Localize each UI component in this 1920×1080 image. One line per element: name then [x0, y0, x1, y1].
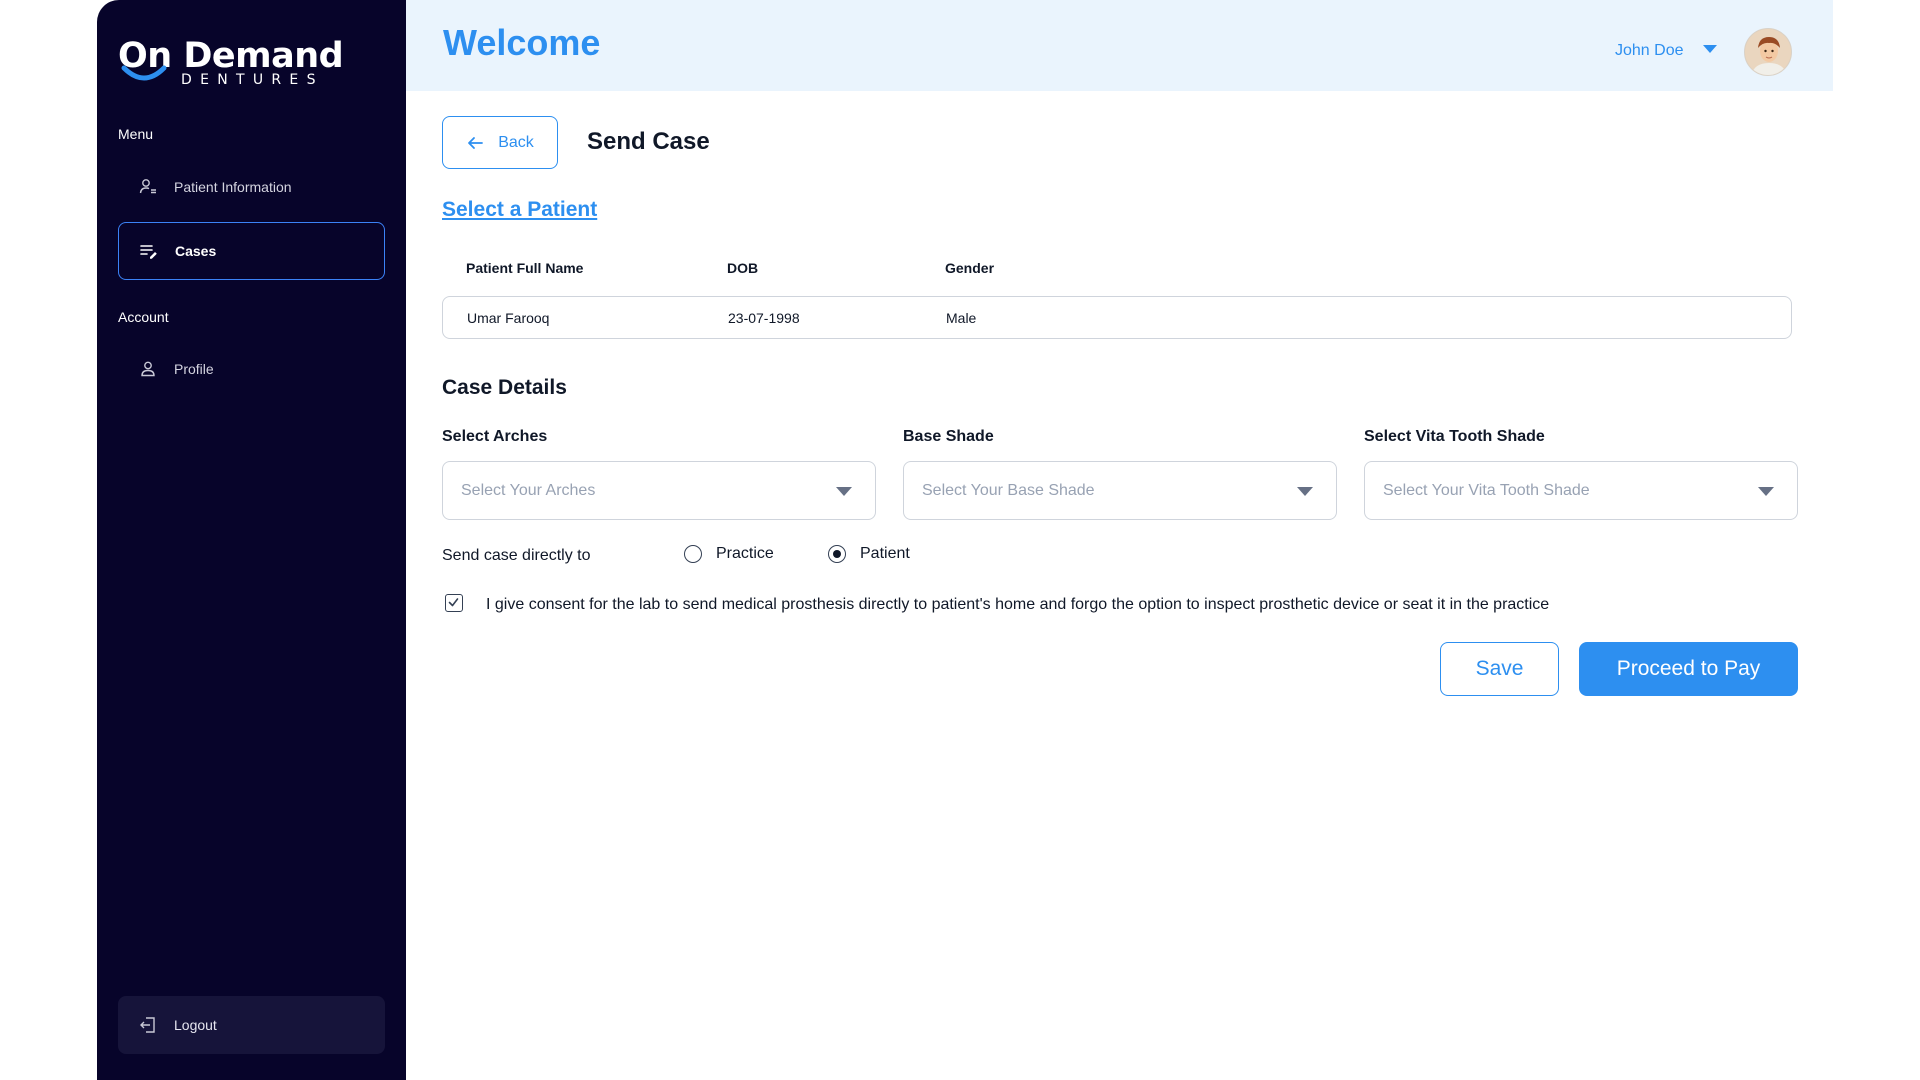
- chevron-down-icon: [1758, 487, 1774, 496]
- patient-dob-cell: 23-07-1998: [728, 310, 800, 326]
- page-title: Send Case: [587, 128, 710, 155]
- sidebar-item-label: Cases: [175, 243, 217, 259]
- user-avatar-image: [1745, 29, 1791, 75]
- account-section-label: Account: [118, 309, 169, 325]
- vita-tooth-shade-placeholder: Select Your Vita Tooth Shade: [1383, 482, 1590, 499]
- logout-label: Logout: [174, 1017, 217, 1033]
- arches-placeholder: Select Your Arches: [461, 482, 596, 499]
- vita-tooth-shade-label: Select Vita Tooth Shade: [1364, 428, 1545, 445]
- back-label: Back: [498, 133, 534, 151]
- radio-practice-label: Practice: [716, 545, 774, 562]
- patient-name-cell: Umar Farooq: [467, 310, 550, 326]
- menu-section-label: Menu: [118, 126, 154, 142]
- brand-subtitle: DENTURES: [181, 72, 324, 88]
- column-header-dob: DOB: [727, 260, 759, 276]
- smile-logo-icon: [121, 65, 167, 81]
- logout-icon: [140, 1017, 155, 1033]
- chevron-down-icon: [1297, 487, 1313, 496]
- chevron-down-icon[interactable]: [1701, 40, 1719, 58]
- patient-gender-cell: Male: [946, 310, 977, 326]
- select-patient-link[interactable]: Select a Patient: [442, 198, 597, 222]
- save-button[interactable]: Save: [1440, 642, 1559, 696]
- radio-patient-label: Patient: [860, 545, 910, 562]
- sidebar-item-cases[interactable]: Cases: [118, 222, 385, 280]
- proceed-to-pay-button[interactable]: Proceed to Pay: [1579, 642, 1798, 696]
- radio-practice[interactable]: Practice: [684, 545, 774, 563]
- logout-button[interactable]: Logout: [118, 996, 385, 1054]
- column-header-name: Patient Full Name: [466, 260, 584, 276]
- profile-icon: [141, 361, 155, 377]
- consent-checkbox[interactable]: [445, 594, 463, 612]
- case-details-title: Case Details: [442, 376, 567, 399]
- vita-tooth-shade-select[interactable]: Select Your Vita Tooth Shade: [1364, 461, 1798, 520]
- page-welcome-title: Welcome: [443, 22, 601, 63]
- sidebar-item-label: Patient Information: [174, 179, 292, 195]
- sidebar: On Demand DENTURES Menu Patient Informat…: [97, 0, 406, 1080]
- arches-label: Select Arches: [442, 428, 548, 445]
- checkmark-icon: [448, 598, 459, 607]
- radio-patient[interactable]: Patient: [828, 545, 910, 563]
- chevron-down-icon: [836, 487, 852, 496]
- base-shade-label: Base Shade: [903, 428, 994, 445]
- arches-select[interactable]: Select Your Arches: [442, 461, 876, 520]
- base-shade-select[interactable]: Select Your Base Shade: [903, 461, 1337, 520]
- cases-icon: [140, 245, 157, 259]
- send-to-label: Send case directly to: [442, 547, 591, 564]
- sidebar-item-label: Profile: [174, 361, 214, 377]
- consent-text: I give consent for the lab to send medic…: [486, 596, 1550, 613]
- arrow-left-icon: [468, 136, 484, 149]
- user-menu-name[interactable]: John Doe: [1615, 42, 1684, 60]
- back-button[interactable]: Back: [442, 116, 558, 169]
- sidebar-item-profile[interactable]: Profile: [118, 340, 385, 398]
- base-shade-placeholder: Select Your Base Shade: [922, 482, 1095, 499]
- sidebar-item-patient-information[interactable]: Patient Information: [118, 158, 385, 216]
- brand-logo[interactable]: On Demand DENTURES: [118, 38, 344, 90]
- patient-info-icon: [139, 179, 156, 194]
- radio-patient-circle[interactable]: [828, 545, 846, 563]
- table-row[interactable]: Umar Farooq 23-07-1998 Male: [442, 296, 1792, 339]
- column-header-gender: Gender: [945, 260, 995, 276]
- top-header: Welcome John Doe: [406, 0, 1833, 91]
- avatar[interactable]: [1744, 28, 1792, 76]
- radio-practice-circle[interactable]: [684, 545, 702, 563]
